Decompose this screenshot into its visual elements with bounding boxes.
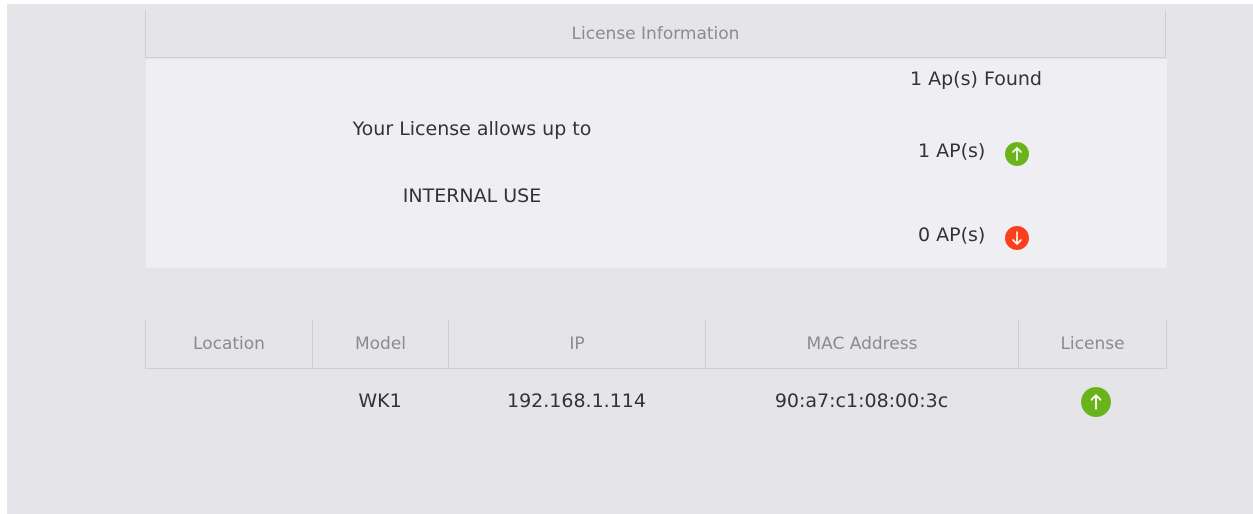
column-header-model[interactable]: Model — [312, 320, 448, 368]
cell-mac-address: 90:a7:c1:08:00:3c — [774, 390, 949, 412]
unlicensed-ap-count: 0 AP(s) — [918, 224, 986, 246]
license-usage-type: INTERNAL USE — [402, 185, 542, 207]
up-arrow-icon — [1005, 142, 1029, 166]
column-header-license[interactable]: License — [1018, 320, 1167, 368]
license-information-title: License Information — [571, 23, 740, 44]
down-arrow-icon — [1005, 226, 1029, 250]
license-allows-text: Your License allows up to — [352, 118, 592, 140]
cell-location — [145, 383, 312, 419]
licensed-ap-count: 1 AP(s) — [918, 140, 986, 162]
up-arrow-icon — [1081, 387, 1111, 417]
ap-found-count: 1 Ap(s) Found — [910, 68, 1042, 90]
license-information-header: License Information — [145, 10, 1166, 58]
cell-model: WK1 — [358, 390, 402, 412]
column-header-location[interactable]: Location — [145, 320, 312, 368]
ap-table-header: Location Model IP MAC Address License — [145, 320, 1167, 369]
column-header-ip[interactable]: IP — [448, 320, 705, 368]
cell-ip: 192.168.1.114 — [506, 390, 646, 412]
column-header-mac-address[interactable]: MAC Address — [705, 320, 1018, 368]
